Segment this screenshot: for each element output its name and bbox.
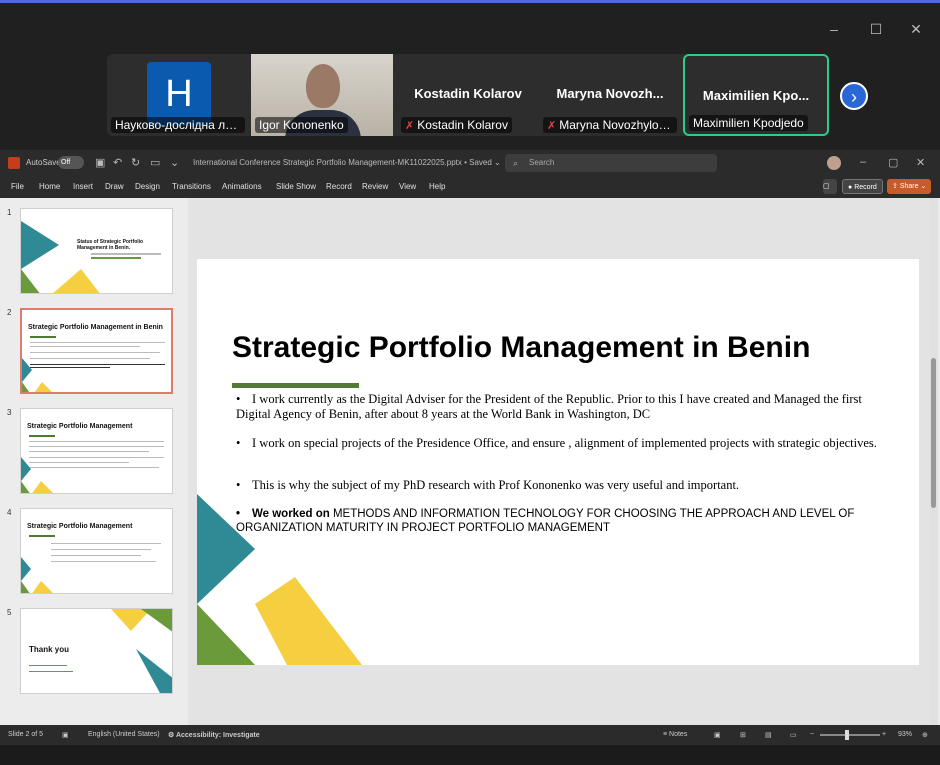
zoom-in-icon[interactable]: + [882, 731, 886, 738]
zoom-slider-handle[interactable] [845, 730, 849, 740]
accessibility-status[interactable]: ⚙ Accessibility: Investigate [168, 731, 260, 739]
participant-tile[interactable]: Kostadin Kolarov ✗ Kostadin Kolarov [397, 54, 539, 136]
share-button[interactable]: ⇪ Share ⌄ [887, 179, 932, 194]
title-bar: AutoSave Off ▣ ↶ ↻ ▭ ⌄ International Con… [0, 150, 940, 176]
minimize-icon[interactable]: – [860, 156, 866, 168]
participant-name: ✗ Kostadin Kolarov [401, 117, 512, 133]
thumb-number: 1 [7, 208, 12, 217]
search-icon: ⌕ [513, 158, 519, 168]
redo-icon[interactable]: ↻ [131, 156, 140, 169]
participant-name: Maximilien Kpodjedo [689, 115, 808, 131]
tab-home[interactable]: Home [39, 182, 60, 191]
tab-help[interactable]: Help [429, 182, 445, 191]
thumb-decoration [21, 557, 53, 593]
autosave-toggle[interactable]: Off [58, 156, 84, 169]
participant-tile-active[interactable]: Maximilien Kpo... Maximilien Kpodjedo [683, 54, 829, 136]
document-title[interactable]: International Conference Strategic Portf… [193, 158, 501, 167]
participant-name: Науково-дослідна лабо... [111, 117, 245, 133]
slide-editor: Strategic Portfolio Management in Benin … [188, 198, 934, 725]
user-avatar[interactable] [827, 156, 841, 170]
zoom-slider[interactable] [820, 734, 880, 736]
thumb-number: 2 [7, 308, 12, 317]
comments-icon[interactable]: ▢ [823, 179, 837, 194]
reading-view-icon[interactable]: ▤ [765, 731, 772, 739]
thumb-title: Thank you [29, 645, 70, 654]
spellcheck-icon[interactable]: ▣ [62, 731, 69, 739]
slideshow-view-icon[interactable]: ▭ [790, 731, 797, 739]
tab-record[interactable]: Record [326, 182, 352, 191]
meeting-bottom-strip [0, 745, 940, 765]
bullet-3: • This is why the subject of my PhD resea… [236, 478, 740, 492]
participant-tile[interactable]: H Науково-дослідна лабо... [107, 54, 249, 136]
thumb-number: 5 [7, 608, 12, 617]
participant-strip: H Науково-дослідна лабо... Igor Kononenk… [107, 54, 829, 136]
current-slide[interactable]: Strategic Portfolio Management in Benin … [197, 259, 919, 665]
meeting-window: – ☐ ✕ H Науково-дослідна лабо... Igor Ko… [0, 0, 940, 150]
zoom-out-icon[interactable]: − [810, 731, 814, 738]
search-input[interactable]: ⌕ Search [505, 154, 717, 172]
tab-transitions[interactable]: Transitions [172, 182, 211, 191]
tab-animations[interactable]: Animations [222, 182, 262, 191]
chevron-right-icon[interactable]: › [840, 82, 868, 110]
bullet-1: • I work currently as the Digital Adviser… [236, 392, 862, 421]
slide-thumbnail-2-selected[interactable]: Strategic Portfolio Management in Benin [20, 308, 173, 394]
thumb-decoration [21, 221, 100, 293]
powerpoint-window: AutoSave Off ▣ ↶ ↻ ▭ ⌄ International Con… [0, 150, 940, 745]
restore-icon[interactable]: ▢ [888, 156, 898, 169]
participant-tile[interactable]: Igor Kononenko [251, 54, 393, 136]
tab-view[interactable]: View [399, 182, 416, 191]
slide-sorter-icon[interactable]: ⊞ [740, 731, 746, 739]
undo-icon[interactable]: ↶ [113, 156, 122, 169]
slide-thumbnail-5[interactable]: Thank you [20, 608, 173, 694]
thumb-decoration [21, 457, 53, 493]
fit-slide-icon[interactable]: ⊕ [922, 731, 928, 739]
normal-view-icon[interactable]: ▣ [714, 731, 721, 739]
tab-file[interactable]: File [11, 182, 24, 191]
close-icon[interactable]: ✕ [906, 21, 926, 38]
tab-design[interactable]: Design [135, 182, 160, 191]
powerpoint-logo-icon [8, 157, 20, 169]
present-icon[interactable]: ▭ [150, 156, 160, 169]
title-underline [232, 383, 359, 388]
thumb-title: Status of Strategic Portfolio Management… [77, 239, 144, 251]
slide-thumbnail-3[interactable]: Strategic Portfolio Management [20, 408, 173, 494]
bullet-4: • We worked on METHODS AND INFORMATION TE… [236, 508, 855, 534]
thumb-decoration [22, 358, 52, 392]
bullet-2: • I work on special projects of the Presi… [236, 436, 877, 450]
participant-name: ✗ Maryna Novozhylova,... [543, 117, 677, 133]
participant-name: Igor Kononenko [255, 117, 348, 133]
participant-display-name: Maryna Novozh... [556, 86, 664, 101]
notes-button[interactable]: ≡ Notes [663, 731, 687, 738]
tab-draw[interactable]: Draw [105, 182, 124, 191]
vertical-scrollbar[interactable] [930, 198, 938, 725]
slide-counter: Slide 2 of 5 [8, 731, 44, 738]
maximize-icon[interactable]: ☐ [866, 21, 886, 38]
slide-title: Strategic Portfolio Management in Benin [232, 331, 811, 364]
participant-tile[interactable]: Maryna Novozh... ✗ Maryna Novozhylova,... [539, 54, 681, 136]
tab-review[interactable]: Review [362, 182, 388, 191]
language-status[interactable]: English (United States) [88, 731, 160, 738]
minimize-icon[interactable]: – [824, 21, 844, 37]
thumb-number: 4 [7, 508, 12, 517]
mic-off-icon: ✗ [405, 120, 415, 132]
participant-display-name: Maximilien Kpo... [702, 88, 810, 103]
ribbon-tabs: File Home Insert Draw Design Transitions… [0, 176, 940, 198]
zoom-level[interactable]: 93% [898, 731, 912, 738]
screen: – ☐ ✕ H Науково-дослідна лабо... Igor Ko… [0, 0, 940, 765]
participant-display-name: Kostadin Kolarov [414, 86, 522, 101]
slide-thumbnails-pane: 1 Status of Strategic Portfolio Manageme… [0, 198, 185, 725]
tab-slide-show[interactable]: Slide Show [276, 182, 316, 191]
save-icon[interactable]: ▣ [95, 156, 105, 169]
record-button[interactable]: ● Record [842, 179, 883, 194]
status-bar: Slide 2 of 5 ▣ English (United States) ⚙… [0, 725, 940, 745]
slide-thumbnail-1[interactable]: Status of Strategic Portfolio Management… [20, 208, 173, 294]
thumb-number: 3 [7, 408, 12, 417]
close-icon[interactable]: ✕ [916, 156, 925, 169]
mic-off-icon: ✗ [547, 120, 557, 132]
autosave-label: AutoSave [26, 158, 61, 167]
customize-icon[interactable]: ⌄ [170, 156, 179, 169]
slide-thumbnail-4[interactable]: Strategic Portfolio Management [20, 508, 173, 594]
tab-insert[interactable]: Insert [73, 182, 93, 191]
slide-decoration [197, 494, 362, 665]
